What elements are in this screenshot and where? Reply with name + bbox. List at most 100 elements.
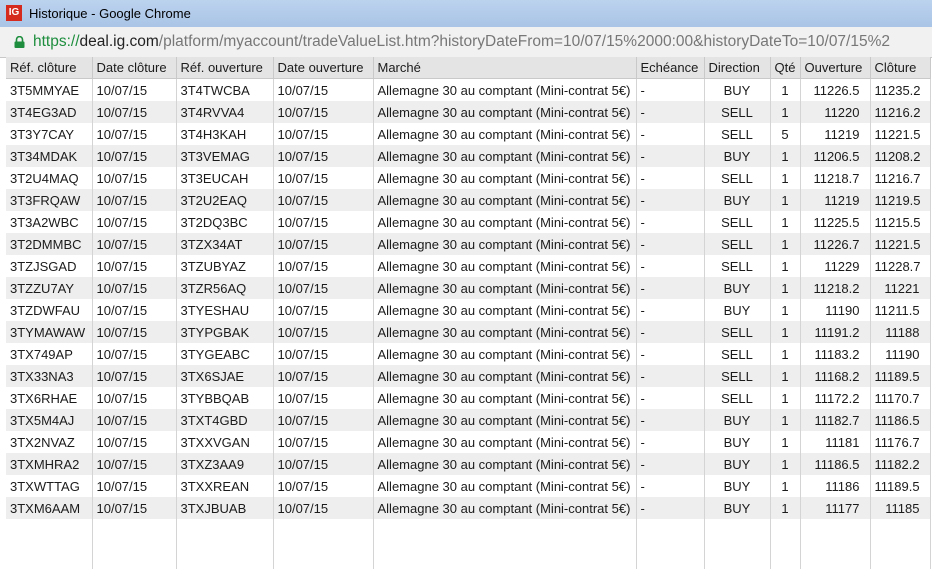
cell-ref-ouverture: 3T2DQ3BC [176, 211, 274, 233]
table-row[interactable]: 3TZZU7AY 10/07/15 3TZR56AQ 10/07/15 Allemagn… [6, 277, 931, 299]
cell-marche: Allemagne 30 au comptant (Mini-contrat 5… [373, 365, 637, 387]
col-header-date-ouverture[interactable]: Date ouverture [273, 57, 374, 79]
cell-date-cloture: 10/07/15 [92, 233, 177, 255]
cell-echeance: - [636, 145, 705, 167]
cell-cloture: 11219.5 [870, 189, 931, 211]
address-bar[interactable]: https://deal.ig.com/platform/myaccount/t… [0, 27, 932, 58]
cell-echeance: - [636, 321, 705, 343]
col-header-qte[interactable]: Qté [770, 57, 801, 79]
table-row[interactable]: 3T4EG3AD 10/07/15 3T4RVVA4 10/07/15 Allemagn… [6, 101, 931, 123]
cell-direction: SELL [704, 211, 771, 233]
table-row[interactable]: 3T3Y7CAY 10/07/15 3T4H3KAH 10/07/15 Allemagn… [6, 123, 931, 145]
cell-date-cloture: 10/07/15 [92, 255, 177, 277]
cell-date-ouverture: 10/07/15 [273, 277, 374, 299]
cell-ouverture: 11229 [800, 255, 871, 277]
cell-date-ouverture: 10/07/15 [273, 365, 374, 387]
col-header-date-cloture[interactable]: Date clôture [92, 57, 177, 79]
table-row[interactable]: 3TXMHRA2 10/07/15 3TXZ3AA9 10/07/15 Allemagn… [6, 453, 931, 475]
cell-ouverture: 11186 [800, 475, 871, 497]
cell-ouverture: 11226.7 [800, 233, 871, 255]
cell-marche: Allemagne 30 au comptant (Mini-contrat 5… [373, 409, 637, 431]
cell-ref-cloture: 3TX749AP [6, 343, 93, 365]
cell-cloture: 11215.5 [870, 211, 931, 233]
cell-cloture: 11170.7 [870, 387, 931, 409]
cell-date-ouverture: 10/07/15 [273, 299, 374, 321]
col-header-ref-ouverture[interactable]: Réf. ouverture [176, 57, 274, 79]
url-text[interactable]: https://deal.ig.com/platform/myaccount/t… [33, 33, 890, 51]
cell-echeance: - [636, 255, 705, 277]
table-row[interactable]: 3TZJSGAD 10/07/15 3TZUBYAZ 10/07/15 Allemagn… [6, 255, 931, 277]
table-row[interactable]: 3TX5M4AJ 10/07/15 3TXT4GBD 10/07/15 Allemagn… [6, 409, 931, 431]
table-row[interactable]: 3TX6RHAE 10/07/15 3TYBBQAB 10/07/15 Allemagn… [6, 387, 931, 409]
col-header-ouverture[interactable]: Ouverture [800, 57, 871, 79]
col-header-echeance[interactable]: Echéance [636, 57, 705, 79]
cell-ouverture: 11219 [800, 189, 871, 211]
cell-direction: SELL [704, 233, 771, 255]
col-header-direction[interactable]: Direction [704, 57, 771, 79]
cell-marche: Allemagne 30 au comptant (Mini-contrat 5… [373, 277, 637, 299]
cell-ref-ouverture: 3TXXVGAN [176, 431, 274, 453]
col-header-marche[interactable]: Marché [373, 57, 637, 79]
table-row[interactable]: 3TZDWFAU 10/07/15 3TYESHAU 10/07/15 Allemagn… [6, 299, 931, 321]
cell-ref-ouverture: 3TXXREAN [176, 475, 274, 497]
cell-marche: Allemagne 30 au comptant (Mini-contrat 5… [373, 255, 637, 277]
col-header-ref-cloture[interactable]: Réf. clôture [6, 57, 93, 79]
cell-cloture: 11189.5 [870, 365, 931, 387]
cell-ref-cloture: 3T2U4MAQ [6, 167, 93, 189]
cell-echeance: - [636, 233, 705, 255]
table-row[interactable]: 3TXM6AAM 10/07/15 3TXJBUAB 10/07/15 Allemagn… [6, 497, 931, 519]
table-row[interactable]: 3TX2NVAZ 10/07/15 3TXXVGAN 10/07/15 Allemagn… [6, 431, 931, 453]
cell-echeance: - [636, 409, 705, 431]
empty-cell [273, 519, 374, 569]
cell-echeance: - [636, 497, 705, 519]
cell-marche: Allemagne 30 au comptant (Mini-contrat 5… [373, 453, 637, 475]
cell-cloture: 11176.7 [870, 431, 931, 453]
cell-echeance: - [636, 365, 705, 387]
cell-marche: Allemagne 30 au comptant (Mini-contrat 5… [373, 497, 637, 519]
table-row[interactable]: 3T3FRQAW 10/07/15 3T2U2EAQ 10/07/15 Allemagn… [6, 189, 931, 211]
cell-date-cloture: 10/07/15 [92, 365, 177, 387]
table-row[interactable]: 3TXWTTAG 10/07/15 3TXXREAN 10/07/15 Allemagn… [6, 475, 931, 497]
cell-qte: 1 [770, 387, 801, 409]
empty-cell [373, 519, 637, 569]
cell-echeance: - [636, 78, 705, 101]
cell-date-ouverture: 10/07/15 [273, 409, 374, 431]
table-row[interactable]: 3TX33NA3 10/07/15 3TX6SJAE 10/07/15 Allemagn… [6, 365, 931, 387]
cell-cloture: 11188 [870, 321, 931, 343]
cell-ref-ouverture: 3TX6SJAE [176, 365, 274, 387]
cell-ref-ouverture: 3TXZ3AA9 [176, 453, 274, 475]
table-row[interactable]: 3T3A2WBC 10/07/15 3T2DQ3BC 10/07/15 Allemagn… [6, 211, 931, 233]
window-titlebar: IG Historique - Google Chrome [0, 0, 932, 27]
cell-date-ouverture: 10/07/15 [273, 255, 374, 277]
cell-date-cloture: 10/07/15 [92, 145, 177, 167]
cell-ref-ouverture: 3TZR56AQ [176, 277, 274, 299]
trade-history-table-container[interactable]: Réf. clôture Date clôture Réf. ouverture… [6, 57, 932, 569]
table-row[interactable]: 3TX749AP 10/07/15 3TYGEABC 10/07/15 Allemagn… [6, 343, 931, 365]
table-row[interactable]: 3T5MMYAE 10/07/15 3T4TWCBA 10/07/15 Allemagn… [6, 78, 931, 101]
cell-date-cloture: 10/07/15 [92, 277, 177, 299]
cell-cloture: 11216.7 [870, 167, 931, 189]
table-row[interactable]: 3T2DMMBC 10/07/15 3TZX34AT 10/07/15 Allemagn… [6, 233, 931, 255]
table-row[interactable]: 3TYMAWAW 10/07/15 3TYPGBAK 10/07/15 Allemagn… [6, 321, 931, 343]
cell-marche: Allemagne 30 au comptant (Mini-contrat 5… [373, 321, 637, 343]
cell-echeance: - [636, 453, 705, 475]
cell-ref-ouverture: 3T3EUCAH [176, 167, 274, 189]
lock-icon [14, 36, 25, 48]
cell-date-cloture: 10/07/15 [92, 78, 177, 101]
table-row[interactable]: 3T2U4MAQ 10/07/15 3T3EUCAH 10/07/15 Allemagn… [6, 167, 931, 189]
cell-ref-cloture: 3TZDWFAU [6, 299, 93, 321]
cell-date-cloture: 10/07/15 [92, 321, 177, 343]
cell-ouverture: 11190 [800, 299, 871, 321]
cell-cloture: 11221 [870, 277, 931, 299]
table-row[interactable]: 3T34MDAK 10/07/15 3T3VEMAG 10/07/15 Allemagn… [6, 145, 931, 167]
col-header-cloture[interactable]: Clôture [870, 57, 931, 79]
cell-date-cloture: 10/07/15 [92, 299, 177, 321]
cell-direction: SELL [704, 101, 771, 123]
cell-qte: 1 [770, 255, 801, 277]
cell-echeance: - [636, 123, 705, 145]
cell-marche: Allemagne 30 au comptant (Mini-contrat 5… [373, 387, 637, 409]
empty-cell [870, 519, 931, 569]
empty-cell [176, 519, 274, 569]
cell-ref-cloture: 3TX5M4AJ [6, 409, 93, 431]
cell-cloture: 11189.5 [870, 475, 931, 497]
